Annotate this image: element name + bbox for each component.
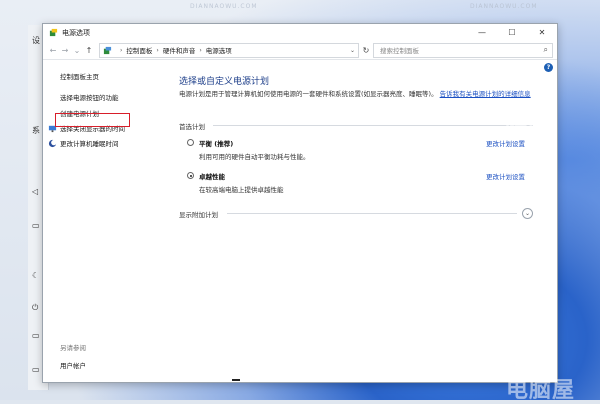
breadcrumb-hardware-sound[interactable]: 硬件和声音 xyxy=(163,45,196,55)
search-icon: ⌕ xyxy=(543,44,548,54)
forward-button[interactable]: → xyxy=(59,46,71,55)
page-description: 电源计划是用于管理计算机如何使用电源的一套硬件和系统设置(如显示器亮度、睡眠等)… xyxy=(179,90,539,99)
power-options-window: 电源选项 — ☐ ✕ ← → ⌄ ↑ › 控制面板 › 硬件和声音 › 电源选项… xyxy=(42,23,558,383)
watermark-url: DIANNAOWU.COM xyxy=(470,3,538,10)
moon-icon: ☾ xyxy=(32,271,40,280)
expand-chevron-icon[interactable]: ⌄ xyxy=(522,208,533,219)
sidebar-item-user-accounts[interactable]: 用户帐户 xyxy=(60,360,86,370)
change-plan-settings-balanced-link[interactable]: 更改计划设置 xyxy=(486,138,525,148)
back-button[interactable]: ← xyxy=(47,46,59,55)
preferred-plans-label: 首选计划 xyxy=(179,123,205,131)
sidebar: 控制面板主页 选择电源按钮的功能 创建电源计划 选择关闭显示器的时间 更改计算机… xyxy=(43,60,161,382)
plan-desc-ultimate: 在较高端电脑上提供卓越性能 xyxy=(199,186,284,194)
show-additional-plans-label[interactable]: 显示附加计划 xyxy=(179,209,218,219)
breadcrumb-separator: › xyxy=(199,46,202,54)
minimize-button[interactable]: — xyxy=(467,24,497,41)
window-title: 电源选项 xyxy=(62,28,90,37)
up-button[interactable]: ↑ xyxy=(83,46,95,55)
highlight-annotation-box xyxy=(55,113,130,127)
description-text: 电源计划是用于管理计算机如何使用电源的一套硬件和系统设置(如显示器亮度、睡眠等)… xyxy=(179,90,438,98)
main-content: 选择或自定义电源计划 电源计划是用于管理计算机如何使用电源的一套硬件和系统设置(… xyxy=(179,60,545,382)
breadcrumb-power-options[interactable]: 电源选项 xyxy=(206,45,232,55)
bg-text-fragment: 系 xyxy=(32,126,40,135)
section-divider xyxy=(227,213,517,214)
maximize-icon: ☐ xyxy=(508,28,516,37)
sidebar-item-sleep[interactable]: 更改计算机睡眠时间 xyxy=(48,138,119,148)
breadcrumb-separator: › xyxy=(156,46,159,54)
plan-name-balanced[interactable]: 平衡 (推荐) xyxy=(199,138,233,148)
section-divider xyxy=(213,125,533,126)
moon-icon xyxy=(48,139,57,147)
display-icon: ▭ xyxy=(32,365,40,374)
watermark-brand: 脑屋 xyxy=(506,106,553,131)
recent-locations-dropdown[interactable]: ⌄ xyxy=(71,46,83,55)
search-placeholder: 搜索控制面板 xyxy=(380,47,419,55)
plan-name-ultimate[interactable]: 卓越性能 xyxy=(199,171,225,181)
close-button[interactable]: ✕ xyxy=(527,24,557,41)
sidebar-item-power-button[interactable]: 选择电源按钮的功能 xyxy=(60,92,119,102)
sidebar-item-home[interactable]: 控制面板主页 xyxy=(60,71,99,81)
bg-text-fragment: 设 xyxy=(32,36,40,45)
watermark-brand: 脑屋 xyxy=(506,234,553,259)
power-options-app-icon xyxy=(49,28,58,37)
maximize-button[interactable]: ☐ xyxy=(497,24,527,41)
breadcrumb-separator: › xyxy=(120,46,123,54)
control-panel-icon xyxy=(103,46,112,54)
watermark-brand: 脑屋 xyxy=(506,306,553,331)
title-bar: 电源选项 — ☐ ✕ xyxy=(43,24,557,41)
watermark-brand-logo: 电脑屋 xyxy=(506,378,576,403)
battery-icon: ▭ xyxy=(32,331,40,340)
message-icon: ▭ xyxy=(32,221,40,230)
power-icon: ⏻ xyxy=(32,303,39,312)
breadcrumb-control-panel[interactable]: 控制面板 xyxy=(126,45,152,55)
minimize-icon: — xyxy=(478,28,486,37)
see-also-heading: 另请参阅 xyxy=(60,344,86,352)
sidebar-item-label: 更改计算机睡眠时间 xyxy=(60,140,119,148)
close-icon: ✕ xyxy=(538,28,546,37)
address-dropdown-icon[interactable]: ⌄ xyxy=(350,47,355,54)
page-title: 选择或自定义电源计划 xyxy=(179,77,270,87)
help-icon[interactable]: ? xyxy=(544,63,553,72)
breadcrumb[interactable]: › 控制面板 › 硬件和声音 › 电源选项 ⌄ xyxy=(99,42,359,58)
plan-desc-balanced: 利用可用的硬件自动平衡功耗与性能。 xyxy=(199,153,310,161)
watermark-brand: 脑屋 xyxy=(506,154,553,179)
watermark-url: DIANNAOWU.COM xyxy=(190,3,258,10)
search-input[interactable]: 搜索控制面板 ⌕ xyxy=(373,42,553,58)
learn-more-link[interactable]: 告诉我有关电源计划的详细信息 xyxy=(440,90,531,98)
address-bar: ← → ⌄ ↑ › 控制面板 › 硬件和声音 › 电源选项 ⌄ ↻ 搜索控制面板… xyxy=(43,41,557,60)
plan-radio-balanced[interactable] xyxy=(187,139,194,146)
taskbar-indicator xyxy=(232,379,240,381)
speaker-icon: ◁ xyxy=(32,187,39,196)
refresh-button[interactable]: ↻ xyxy=(359,46,373,55)
plan-radio-ultimate[interactable] xyxy=(187,172,194,179)
